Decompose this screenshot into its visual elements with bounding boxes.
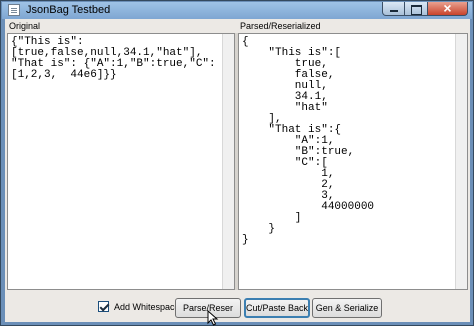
add-whitespace-label[interactable]: Add Whitespace	[114, 302, 180, 312]
original-scrollbar[interactable]	[222, 34, 234, 289]
controls-bar: Add Whitespace Parse/Reser Cut/Paste Bac…	[5, 295, 470, 322]
gen-serialize-button[interactable]: Gen & Serialize	[312, 298, 382, 318]
cut-paste-back-button[interactable]: Cut/Paste Back	[244, 298, 310, 318]
title-bar[interactable]: JsonBag Testbed	[2, 0, 472, 19]
original-textbox[interactable]: {"This is": [true,false,null,34.1,"hat"]…	[7, 33, 235, 290]
close-icon[interactable]	[428, 0, 468, 16]
maximize-icon[interactable]	[405, 2, 428, 16]
parsed-scrollbar[interactable]	[455, 34, 467, 289]
client-area: Original {"This is": [true,false,null,34…	[5, 19, 470, 322]
caption-buttons	[382, 0, 468, 16]
add-whitespace-checkbox[interactable]: Add Whitespace	[98, 301, 180, 312]
parsed-text[interactable]: { "This is":[ true, false, null, 34.1, "…	[242, 37, 374, 246]
mouse-cursor-icon	[207, 310, 219, 326]
original-label: Original	[9, 21, 41, 31]
app-window: JsonBag Testbed Original {"This is": [tr…	[0, 0, 474, 326]
minimize-icon[interactable]	[382, 2, 405, 16]
parsed-textbox[interactable]: { "This is":[ true, false, null, 34.1, "…	[238, 33, 468, 290]
checkbox-checked-icon[interactable]	[98, 301, 109, 312]
app-icon	[8, 4, 20, 16]
parsed-label: Parsed/Reserialized	[240, 21, 321, 31]
original-text[interactable]: {"This is": [true,false,null,34.1,"hat"]…	[11, 37, 216, 81]
window-title: JsonBag Testbed	[26, 4, 111, 16]
